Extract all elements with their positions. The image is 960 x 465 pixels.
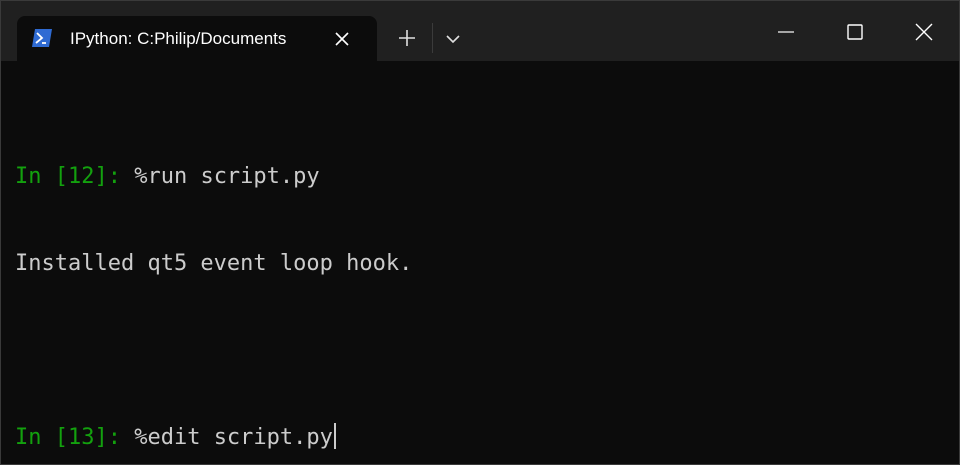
close-window-button[interactable] xyxy=(889,1,959,61)
terminal-output[interactable]: In [12]: %run script.py Installed qt5 ev… xyxy=(1,61,959,464)
chevron-down-icon[interactable] xyxy=(441,25,465,51)
text-cursor xyxy=(333,423,336,449)
prompt: In [12]: xyxy=(15,164,135,189)
command-input: %run script.py xyxy=(134,164,320,189)
title-bar[interactable]: IPython: C:Philip/Documents xyxy=(1,1,959,61)
terminal-line: In [13]: %edit script.py xyxy=(15,423,959,452)
minimize-button[interactable] xyxy=(751,1,821,61)
terminal-line: In [12]: %run script.py xyxy=(15,162,959,191)
tab-separator xyxy=(432,23,433,53)
terminal-window: IPython: C:Philip/Documents In [12]: %ru… xyxy=(0,0,960,465)
maximize-button[interactable] xyxy=(820,1,890,61)
prompt: In [13]: xyxy=(15,425,135,450)
minimize-icon xyxy=(778,31,794,33)
terminal-line: Installed qt5 event loop hook. xyxy=(15,249,959,278)
command-output: Installed qt5 event loop hook. xyxy=(15,251,413,276)
tab-title: IPython: C:Philip/Documents xyxy=(70,29,287,48)
close-tab-icon[interactable] xyxy=(331,28,353,50)
close-icon xyxy=(915,23,933,41)
command-input[interactable]: %edit script.py xyxy=(134,425,333,450)
new-tab-plus-icon[interactable] xyxy=(393,25,421,51)
tab-ipython[interactable]: IPython: C:Philip/Documents xyxy=(17,16,377,61)
powershell-icon xyxy=(31,28,53,48)
maximize-icon xyxy=(847,24,863,40)
